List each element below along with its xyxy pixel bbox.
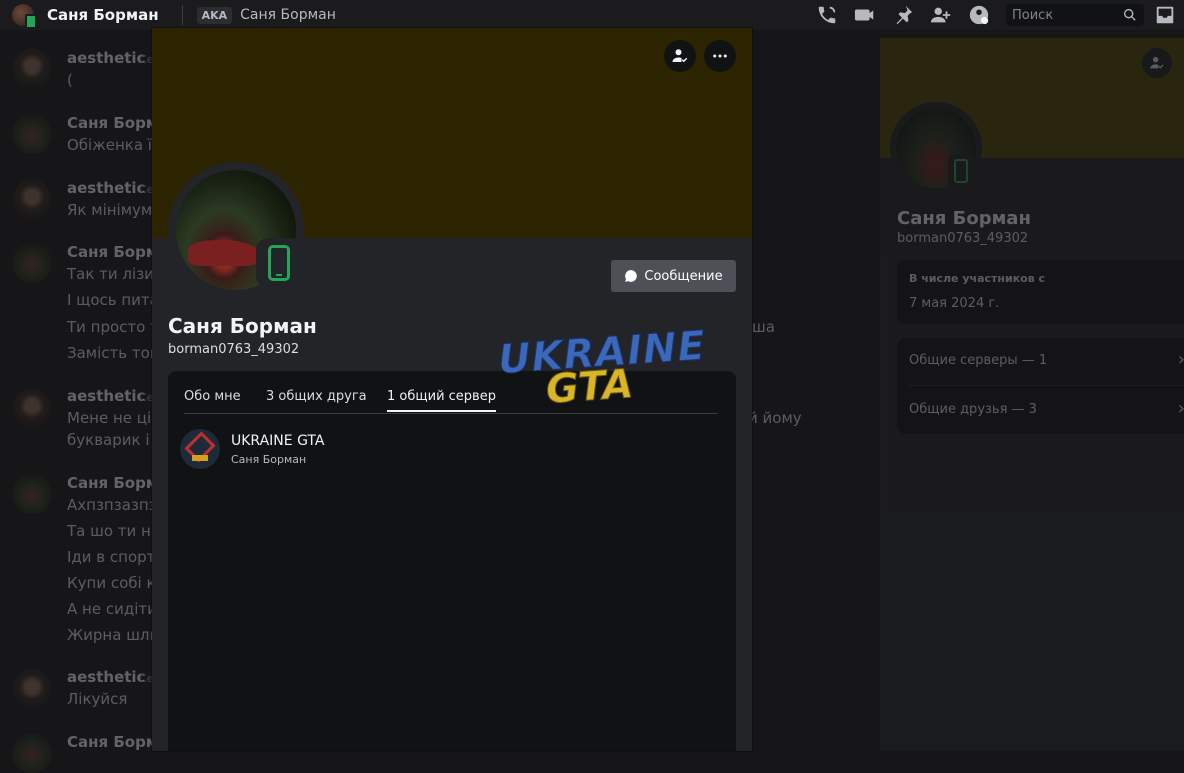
aka-badge: AKA [196,6,233,24]
tab-about-me[interactable]: Обо мне [184,389,241,410]
profile-username: borman0763_49302 [168,342,300,357]
search-placeholder: Поиск [1012,7,1054,23]
message-fragment: й йому [748,409,802,427]
toolbar: Поиск [816,0,1184,30]
top-bar: Саня Борман AKA Саня Борман Поиск [0,0,1184,30]
avatar[interactable] [12,474,52,514]
send-message-label: Сообщение [644,268,723,284]
server-nickname: Саня Борман [231,453,307,466]
more-options-button[interactable] [704,40,736,72]
avatar[interactable] [12,669,52,709]
member-since-card: В числе участников с 7 мая 2024 г. [897,260,1184,324]
server-list-item[interactable]: UKRAINE GTA Саня Борман [180,429,680,473]
profile-name: Саня Борман [168,314,317,338]
avatar[interactable] [12,388,52,428]
message-text: Лікуйся [67,690,128,708]
avatar[interactable] [12,114,52,154]
message-text: букварик і к [67,431,164,449]
profile-panel: Саня Борман borman0763_49302 В числе уча… [880,38,1184,751]
mobile-status-icon [25,14,37,29]
video-icon[interactable] [854,4,876,26]
profile-avatar[interactable] [890,102,982,194]
friend-check-icon [672,49,688,63]
profile-name: Саня Борман [897,208,1031,229]
pin-icon[interactable] [892,4,914,26]
chevron-right-icon: › [1178,349,1184,370]
search-input[interactable]: Поиск [1006,4,1144,26]
author-name[interactable]: aesthetic [67,49,145,67]
send-message-button[interactable]: Сообщение [611,260,736,292]
tab-mutual-friends[interactable]: 3 общих друга [266,389,367,410]
user-profile-modal: Сообщение Саня Борман borman0763_49302 О… [152,28,752,751]
author-name[interactable]: aesthetic [67,668,145,686]
profile-toggle-icon[interactable] [968,4,990,26]
more-horizontal-icon [713,54,727,58]
profile-tabs-panel: Обо мне 3 общих друга 1 общий сервер UKR… [168,371,736,751]
friend-status-button[interactable] [664,40,696,72]
avatar[interactable] [12,243,52,283]
profile-avatar[interactable] [168,162,304,298]
inbox-icon[interactable] [1154,4,1176,26]
mobile-status-icon [256,238,302,288]
member-since-label: В числе участников с [909,272,1046,285]
tab-mutual-servers[interactable]: 1 общий сервер [387,389,496,412]
divider [181,5,183,25]
mutuals-card: Общие серверы — 1 › Общие друзья — 3 › [897,338,1184,434]
tab-bar: Обо мне 3 общих друга 1 общий сервер [184,371,718,414]
author-name[interactable]: aesthetic [67,387,145,405]
search-icon [1124,9,1136,21]
avatar[interactable] [12,733,52,773]
avatar[interactable] [12,48,52,88]
message-text: Жирна шлю [67,626,163,644]
divider [909,385,1184,386]
message-text: Ахпзпзазпз [67,496,157,514]
profile-username: borman0763_49302 [897,231,1029,246]
chevron-right-icon: › [1178,398,1184,419]
author-name[interactable]: aesthetic [67,179,145,197]
mobile-status-icon [948,154,974,188]
message-text: ( [67,71,73,89]
avatar[interactable] [12,179,52,219]
view-profile-icon[interactable] [1142,48,1172,78]
mutual-friends-link[interactable]: Общие друзья — 3 [909,402,1037,417]
message-text: Мене не цік [67,409,161,427]
dm-title: Саня Борман [47,6,159,24]
add-friend-icon[interactable] [930,4,952,26]
server-name: UKRAINE GTA [231,433,325,449]
dm-avatar[interactable] [12,4,37,29]
chat-bubble-icon [625,270,638,282]
server-icon [180,429,220,469]
message-fragment: ша [752,318,775,336]
message-text: Купи собі ко [67,574,165,592]
phone-call-icon[interactable] [816,4,838,26]
message-text: А не сидіти і [67,600,166,618]
aka-name: Саня Борман [240,7,336,23]
member-since-value: 7 мая 2024 г. [909,296,1000,311]
mutual-servers-link[interactable]: Общие серверы — 1 [909,353,1047,368]
